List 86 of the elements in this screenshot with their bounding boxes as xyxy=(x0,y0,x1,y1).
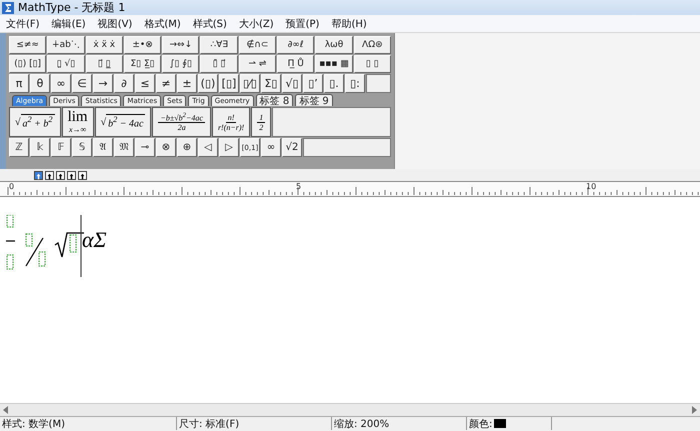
symbol-button[interactable]: ∈ xyxy=(72,74,92,93)
menu-item[interactable]: 格式(M) xyxy=(138,16,187,30)
palette-button[interactable]: Σ▯ Σ̲▯ xyxy=(124,55,162,73)
palette-tab[interactable]: 标签 9 xyxy=(295,94,333,106)
root-template[interactable]: √ a$^{2}$ + b$^{2}$ xyxy=(9,107,61,137)
size-button[interactable] xyxy=(56,170,65,180)
symbol-button[interactable]: π xyxy=(9,74,29,93)
symbol-button[interactable]: → xyxy=(93,74,113,93)
symbol-button[interactable]: ≤ xyxy=(135,74,155,93)
status-field: 尺寸: 标准(F) xyxy=(179,416,240,430)
symbol-button[interactable]: θ xyxy=(30,74,50,93)
symbol-button[interactable]: ≠ xyxy=(156,74,176,93)
symbol-button[interactable]: ⊸ xyxy=(135,138,155,157)
palette-button[interactable]: ▯ ▯ xyxy=(354,55,391,73)
menu-item[interactable]: 大小(Z) xyxy=(232,16,280,30)
palette-button[interactable]: (▯) [▯] xyxy=(9,55,46,73)
menu-item[interactable]: 预置(P) xyxy=(280,16,326,30)
symbol-button[interactable]: [▯] xyxy=(219,74,239,93)
symbol-button[interactable]: ⊕ xyxy=(177,138,197,157)
symbol-button[interactable]: ◁ xyxy=(198,138,218,157)
palette-button[interactable]: →⇔↓ xyxy=(162,36,200,54)
palette-button[interactable]: Π̲ Ů xyxy=(277,55,314,73)
palette-button[interactable]: ≤≠≈ xyxy=(9,36,46,54)
ruler-label: 5 xyxy=(296,182,302,191)
symbol-button[interactable]: 𝕜 xyxy=(30,138,50,157)
cursor-line xyxy=(80,215,82,277)
palette-button[interactable]: ±•⊗ xyxy=(124,36,162,54)
palette-button[interactable]: ∂∞ℓ xyxy=(277,36,314,54)
palette-button[interactable]: ⇀ ⇌ xyxy=(238,55,276,73)
fraction-template[interactable]: 1 2 xyxy=(251,107,272,137)
blank-palette-slot xyxy=(366,74,391,93)
window-title: MathType - 无标题 1 xyxy=(18,0,126,15)
palette-button[interactable]: ∉∩⊂ xyxy=(238,36,276,54)
symbol-button[interactable]: ± xyxy=(177,74,197,93)
menu-item[interactable]: 视图(V) xyxy=(92,16,138,30)
menu-item[interactable]: 帮助(H) xyxy=(325,16,373,30)
fraction-template[interactable]: n! r!(n−r)! xyxy=(212,107,250,137)
scroll-left-icon[interactable] xyxy=(3,406,9,414)
palette-button[interactable]: ∔ab⋱ xyxy=(47,36,85,54)
symbol-button[interactable]: (▯) xyxy=(198,74,218,93)
symbol-button[interactable]: ▯ʼ xyxy=(303,74,323,93)
horizontal-scrollbar[interactable] xyxy=(0,403,700,416)
symbol-button[interactable]: ▯. xyxy=(324,74,344,93)
equation-text: αΣ xyxy=(82,227,107,253)
size-button[interactable] xyxy=(34,170,43,180)
fraction-template[interactable]: −b±√b$^{2}$−4ac 2a xyxy=(152,107,211,137)
symbol-button[interactable]: ▯: xyxy=(345,74,365,93)
symbol-button[interactable]: 𝔐 xyxy=(114,138,134,157)
symbol-button[interactable]: √▯ xyxy=(282,74,302,93)
palette-button[interactable]: ▯̤ √▯ xyxy=(47,55,85,73)
size-button[interactable] xyxy=(78,170,87,180)
size-button[interactable] xyxy=(45,170,54,180)
symbol-button[interactable]: 𝔽 xyxy=(51,138,71,157)
palette-button[interactable]: ▯̄ ▯⃗ xyxy=(200,55,238,73)
palette-button[interactable]: ∴∀∃ xyxy=(200,36,238,54)
symbol-button[interactable]: Σ▯ xyxy=(261,74,281,93)
root-template[interactable]: √ b$^{2}$ − 4ac xyxy=(94,107,152,137)
palette-button[interactable]: ∫▯ ∮▯ xyxy=(162,55,200,73)
color-swatch xyxy=(494,419,506,428)
palette-button[interactable]: λωθ xyxy=(315,36,353,54)
symbol-button[interactable]: ∂ xyxy=(114,74,134,93)
palette-button[interactable]: ΛΩ⊛ xyxy=(354,36,391,54)
palette-button[interactable]: ▯⃗ ▯̲ xyxy=(86,55,123,73)
symbol-button[interactable]: ∞ xyxy=(51,74,71,93)
ruler-label: 10 xyxy=(586,182,596,191)
status-field: 缩放: 200% xyxy=(334,416,390,430)
palette-tab[interactable]: 标签 8 xyxy=(256,94,294,106)
size-button[interactable] xyxy=(67,170,76,180)
symbol-button[interactable]: √2 xyxy=(282,138,302,157)
limit-template[interactable]: lim x→∞ xyxy=(62,107,94,137)
symbol-button[interactable]: 𝔄 xyxy=(93,138,113,157)
symbol-button[interactable]: ℤ xyxy=(9,138,29,157)
status-field: 样式: 数学(M) xyxy=(2,416,65,430)
menu-item[interactable]: 样式(S) xyxy=(186,16,233,30)
palette-button[interactable]: ẋ ẍ ẋ xyxy=(86,36,123,54)
symbol-button[interactable]: 𝕊 xyxy=(72,138,92,157)
menu-item[interactable]: 编辑(E) xyxy=(46,16,92,30)
symbol-button[interactable]: ∞ xyxy=(261,138,281,157)
symbol-button[interactable]: ▯⁄▯ xyxy=(240,74,260,93)
status-field: 颜色: xyxy=(469,416,492,430)
symbol-button[interactable]: ⊗ xyxy=(156,138,176,157)
symbol-button[interactable]: ▷ xyxy=(219,138,239,157)
palette-button[interactable]: ▪▪▪ ▦ xyxy=(315,55,353,73)
menu-item[interactable]: 文件(F) xyxy=(0,16,46,30)
ruler-label: 0 xyxy=(9,182,14,191)
scroll-right-icon[interactable] xyxy=(691,406,697,414)
